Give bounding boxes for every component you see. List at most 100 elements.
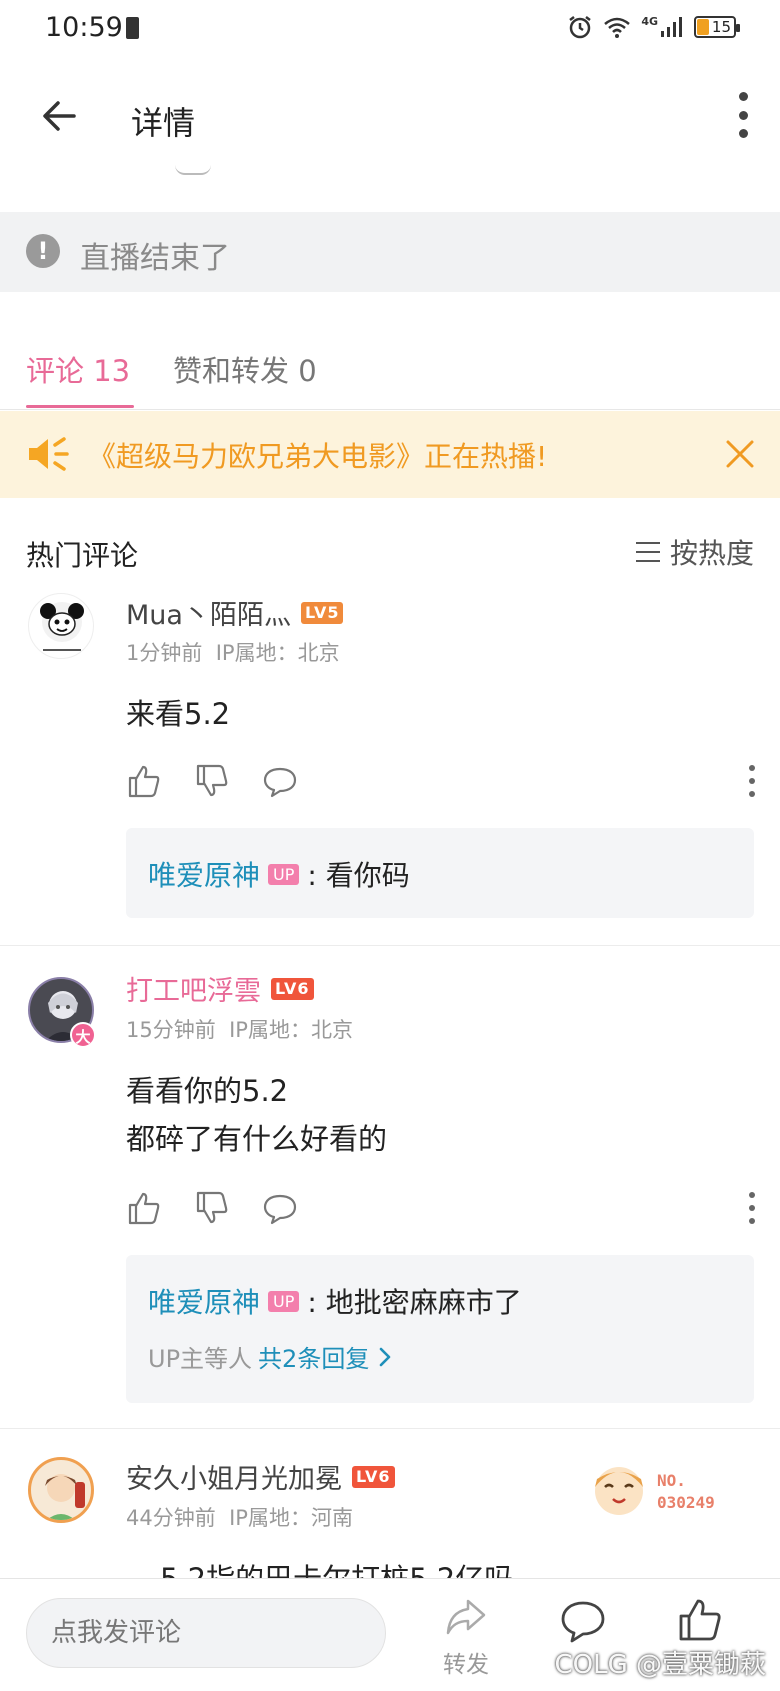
level-badge: LV6 (352, 1465, 395, 1488)
level-badge: LV5 (300, 601, 344, 624)
bottom-bar: 点我发评论 转发 COLG @壹粟锄萩 (0, 1578, 780, 1691)
comment-more-icon[interactable] (748, 1192, 756, 1224)
view-replies-link[interactable]: UP主等人 共2条回复 (148, 1339, 395, 1374)
comment-text: 5.2指的巴卡尔打桩5.2亿吗 (160, 1555, 513, 1578)
comment-time: 15分钟前 (126, 1018, 216, 1042)
comment-ip: IP属地：北京 (215, 641, 340, 665)
comment-line: 看看你的5.2 (126, 1074, 289, 1108)
battery-icon: 15 (694, 16, 740, 38)
username[interactable]: Mua丶陌陌灬 LV5 (126, 593, 344, 632)
promo-banner[interactable]: 《超级马力欧兄弟大电影》正在热播! (0, 411, 780, 498)
page-title: 详情 (131, 104, 196, 142)
speaker-icon (29, 437, 69, 471)
fan-badge-number: 030249 (657, 1493, 715, 1512)
comment-more-icon[interactable] (748, 765, 756, 797)
fan-badge-label: NO. (657, 1471, 686, 1490)
comment-time: 44分钟前 (126, 1506, 216, 1530)
username-text: 打工吧浮雲 (126, 976, 261, 1007)
up-badge: UP (268, 863, 300, 885)
fan-badge[interactable]: NO. 030249 (585, 1457, 765, 1527)
like-button[interactable] (670, 1597, 730, 1647)
username-text: 安久小姐月光加冕 (126, 1464, 342, 1495)
info-icon: ! (26, 234, 60, 268)
reply-author[interactable]: 唯爱原神 (148, 1281, 260, 1321)
wifi-icon (604, 17, 631, 38)
like-icon[interactable] (126, 1190, 162, 1226)
watermark: COLG @壹粟锄萩 (554, 1650, 766, 1680)
dislike-icon[interactable] (194, 763, 230, 799)
comment-meta: 15分钟前 IP属地：北京 (126, 1014, 353, 1044)
comment-item: 大 打工吧浮雲 LV6 15分钟前 IP属地：北京 看看你的5.2 都碎了有什么… (0, 969, 780, 1409)
reply-icon[interactable] (262, 1190, 298, 1226)
comment-input[interactable]: 点我发评论 (26, 1598, 386, 1668)
comment-item: Mua丶陌陌灬 LV5 1分钟前 IP属地：北京 来看5.2 唯爱原神 UP :… (0, 593, 780, 943)
comment-text: 看看你的5.2 都碎了有什么好看的 (126, 1067, 387, 1163)
comment-ip: IP属地：北京 (229, 1018, 353, 1042)
reply-count-link: 共2条回复 (258, 1345, 370, 1373)
share-icon (446, 1599, 486, 1635)
reply-preview[interactable]: 唯爱原神 UP : 看你码 (126, 828, 754, 918)
comment-time: 1分钟前 (126, 641, 203, 665)
comment-ip: IP属地：河南 (229, 1506, 353, 1530)
tab-likes-reposts[interactable]: 赞和转发 0 (173, 348, 317, 390)
status-icons: 4G 15 (567, 14, 740, 40)
username-text: Mua丶陌陌灬 (126, 600, 291, 631)
reply-more-prefix: UP主等人 (148, 1345, 253, 1373)
live-ended-text: 直播结束了 (80, 241, 230, 276)
status-bar: 10:59 4G 15 (0, 0, 780, 62)
reply-line: 唯爱原神 UP : 看你码 (148, 854, 410, 894)
vip-badge: 大 (70, 1022, 96, 1048)
list-icon (635, 542, 660, 562)
back-arrow-icon[interactable] (38, 94, 82, 138)
sort-button[interactable]: 按热度 (635, 532, 754, 572)
alarm-icon (569, 16, 592, 39)
comment-item: 安久小姐月光加冕 LV6 44分钟前 IP属地：河南 5.2指的巴卡尔打桩5.2… (0, 1457, 780, 1578)
fan-badge-mascot-icon (595, 1467, 643, 1515)
comment-actions (126, 1190, 756, 1230)
comment-line: 都碎了有什么好看的 (126, 1122, 388, 1156)
chevron-right-icon (380, 1347, 391, 1366)
notification-icon (126, 17, 139, 39)
comment-meta: 1分钟前 IP属地：北京 (126, 637, 340, 667)
reply-preview[interactable]: 唯爱原神 UP : 地批密麻麻市了 UP主等人 共2条回复 (126, 1255, 754, 1403)
promo-text: 《超级马力欧兄弟大电影》正在热播! (88, 440, 548, 473)
like-icon[interactable] (126, 763, 162, 799)
reply-text: : 地批密麻麻市了 (307, 1286, 522, 1319)
comment-text: 来看5.2 (126, 690, 230, 738)
comment-line: 5.2指的巴卡尔打桩5.2亿吗 (160, 1555, 513, 1578)
level-badge: LV6 (271, 977, 314, 1000)
avatar[interactable] (28, 1457, 94, 1523)
comment-actions (126, 763, 756, 803)
repost-label: 转发 (443, 1652, 489, 1678)
username[interactable]: 打工吧浮雲 LV6 (126, 969, 314, 1008)
close-icon[interactable] (722, 436, 758, 472)
sort-label: 按热度 (669, 537, 754, 570)
network-type: 4G (641, 14, 658, 28)
divider (0, 1428, 780, 1429)
dislike-icon[interactable] (194, 1190, 230, 1226)
reply-text: : 看你码 (307, 859, 410, 892)
comment-icon (561, 1601, 605, 1643)
up-badge: UP (268, 1290, 300, 1312)
comment-meta: 44分钟前 IP属地：河南 (126, 1502, 353, 1532)
status-time: 10:59 (45, 12, 123, 43)
more-options-icon[interactable] (736, 92, 750, 138)
tab-bar: 评论 13 赞和转发 0 (0, 340, 780, 410)
reply-line: 唯爱原神 UP : 地批密麻麻市了 (148, 1281, 522, 1321)
username[interactable]: 安久小姐月光加冕 LV6 (126, 1457, 395, 1496)
repost-button[interactable]: 转发 (436, 1597, 496, 1679)
tab-comments[interactable]: 评论 13 (26, 348, 135, 408)
avatar[interactable] (28, 593, 94, 659)
reply-icon[interactable] (262, 763, 298, 799)
comment-button[interactable] (553, 1599, 613, 1647)
signal-icon (661, 17, 682, 37)
divider (0, 945, 780, 946)
section-title: 热门评论 (26, 539, 139, 572)
header: 详情 (0, 62, 780, 177)
comment-line: 来看5.2 (126, 697, 231, 731)
thumbs-up-icon (679, 1599, 721, 1641)
reply-author[interactable]: 唯爱原神 (148, 854, 260, 894)
scrolled-content-edge (175, 165, 211, 175)
live-ended-banner: ! 直播结束了 (0, 212, 780, 292)
battery-level: 15 (711, 18, 731, 36)
